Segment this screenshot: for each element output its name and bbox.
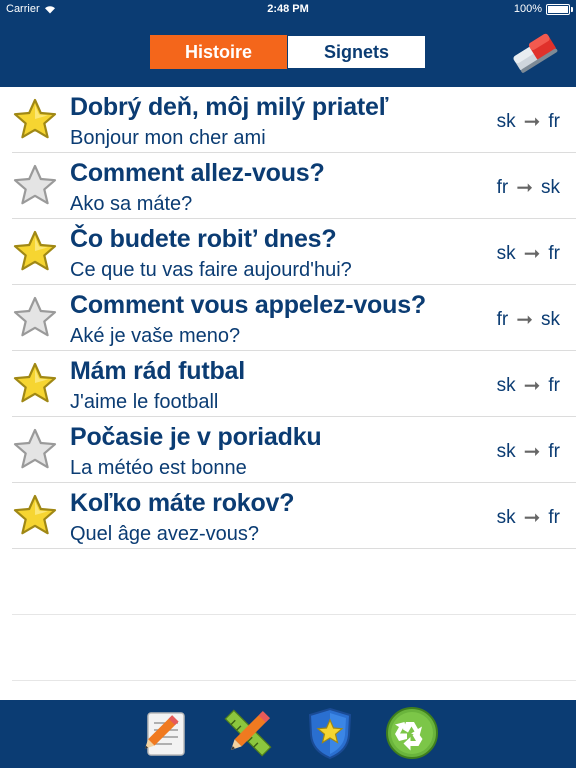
language-direction: fr ➞ sk — [497, 307, 560, 332]
source-lang: sk — [496, 506, 516, 528]
arrow-right-icon: ➞ — [523, 375, 541, 397]
item-translation: Aké je vaše meno? — [70, 325, 241, 347]
target-lang: fr — [548, 440, 560, 462]
star-outline-icon[interactable] — [11, 427, 59, 473]
item-title: Mám rád futbal — [70, 357, 245, 385]
ruler-pencil-icon[interactable] — [220, 705, 276, 761]
status-time: 2:48 PM — [267, 3, 309, 15]
status-bar: Carrier 2:48 PM 100% — [0, 0, 576, 18]
arrow-right-icon: ➞ — [516, 309, 533, 331]
target-lang: sk — [541, 308, 560, 330]
star-icon[interactable] — [11, 229, 59, 275]
item-title: Comment vous appelez-vous? — [70, 291, 426, 319]
tab-signets[interactable]: Signets — [287, 35, 426, 69]
tab-histoire[interactable]: Histoire — [150, 35, 287, 69]
source-lang: sk — [496, 440, 516, 462]
source-lang: sk — [496, 242, 516, 264]
target-lang: fr — [548, 242, 560, 264]
language-direction: sk ➞ fr — [497, 241, 560, 266]
target-lang: fr — [548, 374, 560, 396]
language-direction: sk ➞ fr — [497, 109, 560, 134]
empty-row — [0, 549, 576, 615]
list-item[interactable]: Comment allez-vous? Ako sa máte? fr ➞ sk — [0, 153, 576, 219]
item-title: Comment allez-vous? — [70, 159, 325, 187]
item-title: Čo budete robit’ dnes? — [70, 225, 337, 253]
notepad-pencil-icon[interactable] — [138, 705, 194, 761]
target-lang: sk — [541, 176, 560, 198]
item-translation: La météo est bonne — [70, 457, 247, 479]
battery-percent: 100% — [513, 3, 542, 15]
source-lang: sk — [496, 110, 516, 132]
item-title: Počasie je v poriadku — [70, 423, 322, 451]
list-item[interactable]: Počasie je v poriadku La météo est bonne… — [0, 417, 576, 483]
list-item[interactable]: Mám rád futbal J'aime le football sk ➞ fr — [0, 351, 576, 417]
item-translation: Bonjour mon cher ami — [70, 127, 266, 149]
recycle-icon[interactable] — [384, 705, 440, 761]
item-translation: Ako sa máte? — [70, 193, 193, 215]
list-item[interactable]: Dobrý deň, môj milý priateľ Bonjour mon … — [0, 87, 576, 153]
language-direction: sk ➞ fr — [497, 505, 560, 530]
arrow-right-icon: ➞ — [523, 441, 541, 463]
bottom-toolbar — [0, 700, 576, 768]
battery-icon — [546, 3, 573, 15]
star-icon[interactable] — [11, 493, 59, 539]
target-lang: fr — [548, 110, 560, 132]
target-lang: fr — [548, 506, 560, 528]
star-icon[interactable] — [11, 97, 59, 143]
language-direction: sk ➞ fr — [497, 439, 560, 464]
list-item[interactable]: Čo budete robit’ dnes? Ce que tu vas fai… — [0, 219, 576, 285]
arrow-right-icon: ➞ — [523, 507, 541, 529]
segmented-control: Histoire Signets — [150, 35, 426, 69]
star-icon[interactable] — [11, 361, 59, 407]
header-bar: Carrier 2:48 PM 100% Histoire Signets — [0, 0, 576, 87]
list-item[interactable]: Koľko máte rokov? Quel âge avez-vous? sk… — [0, 483, 576, 549]
list-item[interactable]: Comment vous appelez-vous? Aké je vaše m… — [0, 285, 576, 351]
item-title: Dobrý deň, môj milý priateľ — [70, 93, 389, 121]
arrow-right-icon: ➞ — [523, 111, 541, 133]
item-translation: Ce que tu vas faire aujourd'hui? — [70, 259, 352, 281]
language-direction: sk ➞ fr — [497, 373, 560, 398]
arrow-right-icon: ➞ — [523, 243, 541, 265]
source-lang: fr — [496, 308, 509, 330]
arrow-right-icon: ➞ — [516, 177, 533, 199]
star-outline-icon[interactable] — [11, 295, 59, 341]
item-title: Koľko máte rokov? — [70, 489, 295, 517]
source-lang: sk — [496, 374, 516, 396]
language-direction: fr ➞ sk — [497, 175, 560, 200]
item-translation: Quel âge avez-vous? — [70, 523, 260, 545]
star-shield-icon[interactable] — [302, 705, 358, 761]
source-lang: fr — [496, 176, 509, 198]
eraser-icon[interactable] — [510, 28, 560, 76]
history-list: Dobrý deň, môj milý priateľ Bonjour mon … — [0, 87, 576, 681]
item-translation: J'aime le football — [70, 391, 219, 413]
star-outline-icon[interactable] — [11, 163, 59, 209]
empty-row — [0, 615, 576, 681]
status-right: 100% — [513, 3, 573, 15]
